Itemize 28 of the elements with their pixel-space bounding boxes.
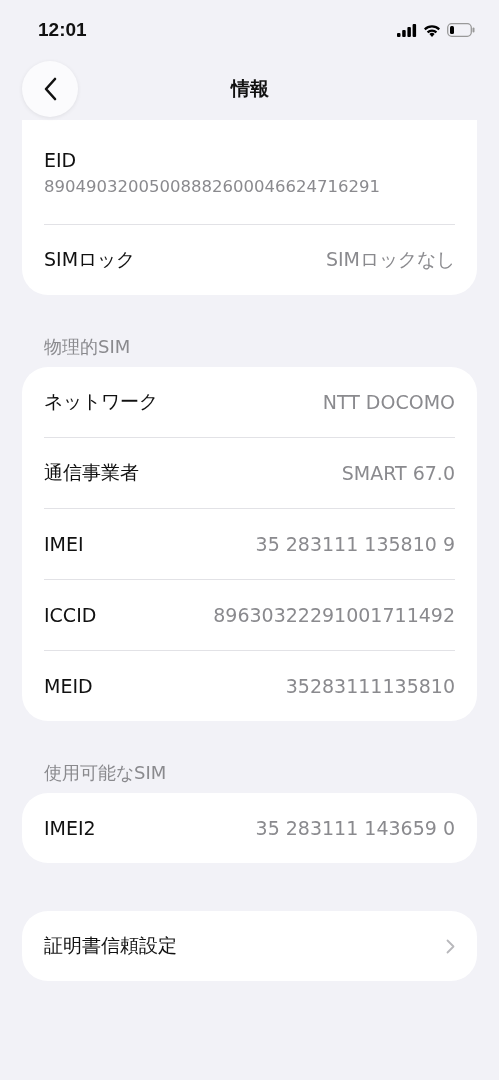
row-label: ネットワーク (44, 389, 158, 414)
row-label: IMEI (44, 533, 84, 555)
row-label: MEID (44, 675, 93, 697)
row-label: IMEI2 (44, 817, 96, 839)
row-value: NTT DOCOMO (322, 391, 455, 413)
row-value: 89630322291001711492 (213, 604, 455, 626)
status-time: 12:01 (38, 19, 87, 41)
settings-row[interactable]: 証明書信頼設定 (44, 911, 455, 981)
row-value: 35 283111 143659 0 (255, 817, 455, 839)
back-button[interactable] (22, 61, 78, 117)
section-header: 使用可能なSIM (43, 761, 168, 785)
row-value: 89049032005008882600046624716291 (44, 176, 380, 196)
row-label: 通信事業者 (44, 460, 139, 485)
row-label: 証明書信頼設定 (44, 933, 177, 958)
wifi-icon (423, 23, 441, 37)
row-value: SIMロックなし (325, 247, 455, 272)
row-label: ICCID (44, 604, 97, 626)
back-icon (43, 77, 57, 101)
chevron-icon (446, 938, 455, 954)
row-value: 35283111135810 (285, 675, 455, 697)
signal-icon (397, 23, 417, 37)
row-value: 35 283111 135810 9 (255, 533, 455, 555)
section-header: 物理的SIM (43, 335, 132, 359)
nav-title: 情報 (230, 76, 269, 101)
row-label: EID (44, 148, 77, 171)
row-value: SMART 67.0 (341, 462, 455, 484)
row-label: SIMロック (44, 247, 136, 272)
battery-icon (447, 23, 475, 37)
